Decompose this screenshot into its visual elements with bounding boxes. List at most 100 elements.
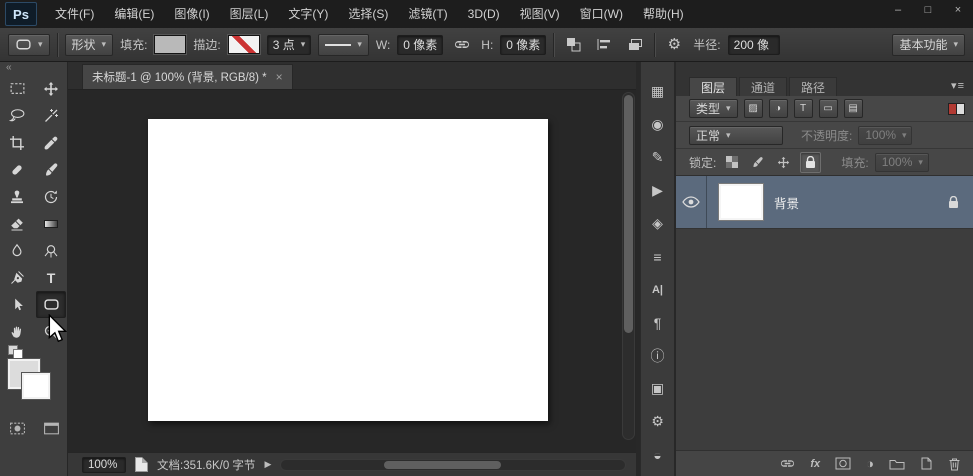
workspace-switcher[interactable]: 基本功能 [892,34,965,56]
histogram-panel-icon[interactable]: ◒ [646,445,670,464]
path-arrange-button[interactable] [623,34,647,56]
collapse-toolbox-chevron[interactable]: « [0,62,67,75]
tool-rounded-rectangle-selected[interactable] [36,291,66,318]
tool-dodge[interactable] [36,237,66,264]
filter-adjustment-layers-icon[interactable]: ◑ [769,99,788,118]
tool-clone-stamp[interactable] [2,183,32,210]
quick-mask-button[interactable] [2,415,32,442]
tool-quick-selection[interactable] [36,102,66,129]
filter-pixel-layers-icon[interactable]: ▨ [744,99,763,118]
menu-item-3d[interactable]: 3D(D) [458,1,510,28]
tab-close-icon[interactable]: × [276,70,283,84]
new-layer-icon[interactable] [920,457,933,470]
tool-zoom[interactable] [36,318,66,345]
tool-path-selection[interactable] [2,291,32,318]
fill-opacity-dropdown[interactable]: 100% [875,153,929,172]
brush-presets-panel-icon[interactable]: ✎ [646,148,670,167]
lock-transparent-pixels-icon[interactable] [722,153,741,172]
lock-all-icon[interactable] [800,152,821,173]
clone-source-panel-icon[interactable]: ▣ [646,379,670,398]
filter-type-layers-icon[interactable]: T [794,99,813,118]
document-tab[interactable]: 未标题-1 @ 100% (背景, RGB/8) * × [82,64,293,89]
stroke-width-input[interactable]: 3 点 [267,35,312,55]
layer-thumbnail[interactable] [719,184,763,220]
vertical-scrollbar-thumb[interactable] [624,95,633,333]
status-popup-arrow-icon[interactable]: ▶ [264,459,271,470]
add-layer-mask-icon[interactable] [835,457,851,470]
menu-item-select[interactable]: 选择(S) [338,1,398,28]
panel-menu-icon[interactable]: ▾≡ [951,79,965,92]
tool-blur[interactable] [2,237,32,264]
menu-item-layer[interactable]: 图层(L) [220,1,279,28]
canvas-viewport[interactable] [68,90,636,452]
tab-channels[interactable]: 通道 [739,77,787,96]
tool-history-brush[interactable] [36,183,66,210]
character-panel-icon[interactable]: A| [646,280,670,299]
shape-height-input[interactable]: 0 像素 [500,35,546,55]
layer-visibility-toggle[interactable] [676,176,707,228]
tool-eraser[interactable] [2,210,32,237]
color-panel-icon[interactable]: ◉ [646,115,670,134]
tool-hand[interactable] [2,318,32,345]
zoom-level-field[interactable]: 100% [82,457,126,473]
tool-eyedropper[interactable] [36,129,66,156]
menu-item-filter[interactable]: 滤镜(T) [398,1,457,28]
menu-item-type[interactable]: 文字(Y) [278,1,338,28]
tool-presets-panel-icon[interactable]: ≡ [646,247,670,266]
tool-horizontal-type[interactable]: T [36,264,66,291]
menu-item-edit[interactable]: 编辑(E) [104,1,164,28]
fill-color-swatch[interactable] [154,35,186,54]
adjustment-layer-icon[interactable]: ◑ [866,457,874,470]
paragraph-panel-icon[interactable]: ¶ [646,313,670,332]
menu-item-window[interactable]: 窗口(W) [570,1,633,28]
link-dimensions-icon[interactable] [450,34,474,56]
background-color-swatch[interactable] [22,373,50,399]
styles-panel-icon[interactable]: ◈ [646,214,670,233]
screen-mode-button[interactable] [36,415,66,442]
vertical-scrollbar[interactable] [622,92,635,440]
actions-panel-icon[interactable]: ▶ [646,181,670,200]
tool-brush[interactable] [36,156,66,183]
stroke-color-swatch[interactable] [228,35,260,54]
notes-panel-icon[interactable]: ⚙ [646,412,670,431]
layer-row-background[interactable]: 背景 [676,176,973,229]
minimize-button[interactable]: – [883,0,913,20]
gear-icon[interactable]: ⚙ [662,34,686,56]
filter-smart-objects-icon[interactable]: ▤ [844,99,863,118]
path-alignment-button[interactable] [592,34,616,56]
delete-layer-icon[interactable] [948,457,961,471]
blend-mode-dropdown[interactable]: 正常 [689,126,783,145]
maximize-button[interactable]: □ [913,0,943,20]
close-button[interactable]: × [943,0,973,20]
layer-filter-type-dropdown[interactable]: 类型 [689,99,738,118]
default-colors-icon[interactable] [8,345,22,357]
tool-preset-picker[interactable] [8,34,50,56]
tool-spot-healing-brush[interactable] [2,156,32,183]
info-panel-icon[interactable]: ⓘ [646,346,670,365]
new-group-icon[interactable] [889,458,905,470]
stroke-style-dropdown[interactable] [318,34,369,56]
tab-paths[interactable]: 路径 [789,77,837,96]
document-proxy-icon[interactable] [135,457,148,472]
tool-pen[interactable] [2,264,32,291]
horizontal-scrollbar-thumb[interactable] [384,461,501,469]
menu-item-file[interactable]: 文件(F) [45,1,104,28]
layer-style-icon[interactable]: fx [810,458,820,470]
tool-rectangular-marquee[interactable] [2,75,32,102]
layer-filter-toggle[interactable] [948,103,965,115]
radius-input[interactable]: 200 像 [728,35,780,55]
tool-gradient[interactable] [36,210,66,237]
filter-shape-layers-icon[interactable]: ▭ [819,99,838,118]
horizontal-scrollbar[interactable] [280,459,626,471]
tool-crop[interactable] [2,129,32,156]
shape-width-input[interactable]: 0 像素 [397,35,443,55]
menu-item-view[interactable]: 视图(V) [510,1,570,28]
lock-image-pixels-icon[interactable] [748,153,767,172]
menu-item-image[interactable]: 图像(I) [164,1,219,28]
lock-position-icon[interactable] [774,153,793,172]
path-operations-button[interactable] [561,34,585,56]
opacity-dropdown[interactable]: 100% [858,126,912,145]
tab-layers[interactable]: 图层 [689,77,737,96]
menu-item-help[interactable]: 帮助(H) [633,1,694,28]
link-layers-icon[interactable] [780,459,795,468]
